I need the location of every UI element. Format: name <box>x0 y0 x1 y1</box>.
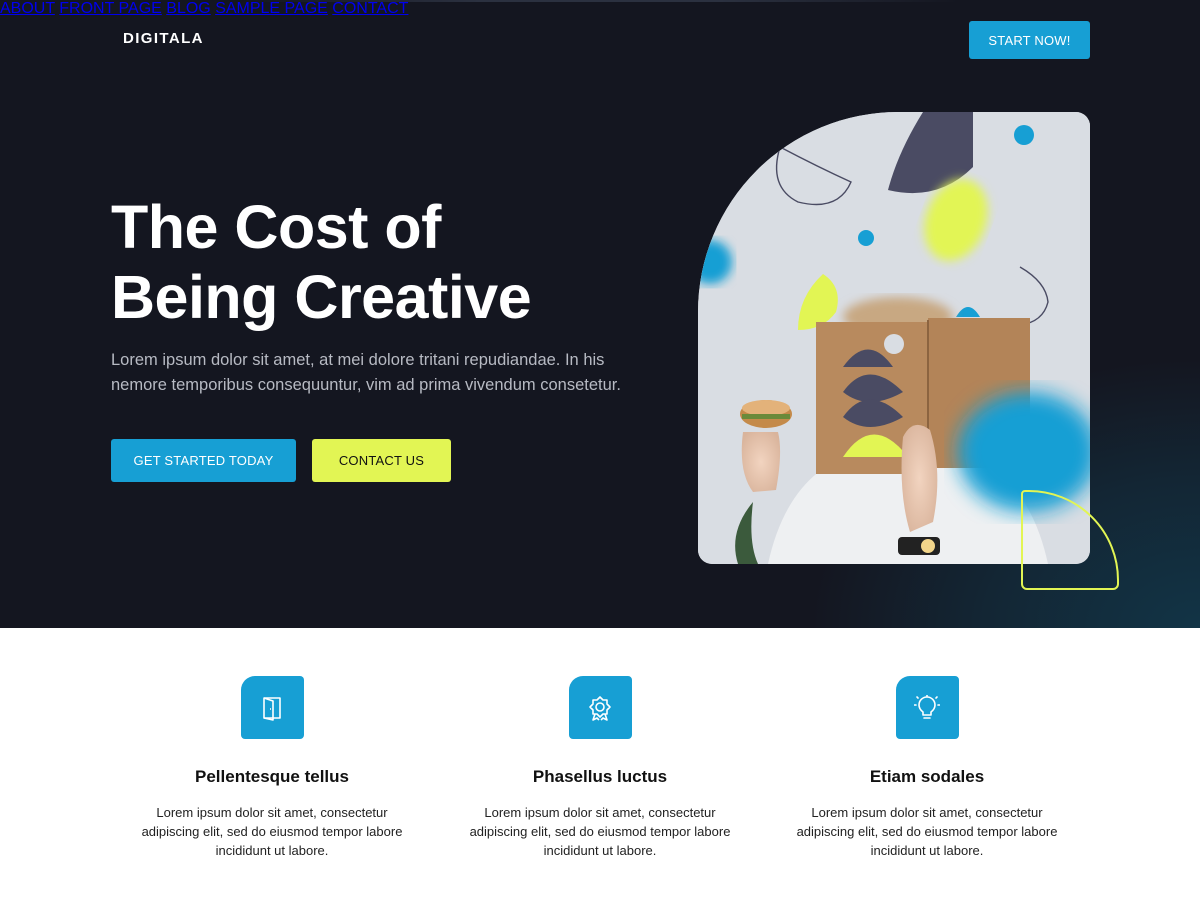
nav-item-about[interactable]: ABOUT <box>0 0 55 17</box>
nav-item-front-page[interactable]: FRONT PAGE <box>59 0 162 17</box>
feature-description: Lorem ipsum dolor sit amet, consectetur … <box>141 805 403 858</box>
hero-section: DIGITALA ABOUT FRONT PAGE BLOG SAMPLE PA… <box>0 0 1200 628</box>
contact-us-button[interactable]: CONTACT US <box>312 439 451 482</box>
door-icon <box>240 676 304 739</box>
site-logo[interactable]: DIGITALA <box>123 30 204 47</box>
features-section: Pellentesque tellus Lorem ipsum dolor si… <box>0 628 1200 900</box>
nav-item-contact[interactable]: CONTACT <box>332 0 408 17</box>
hero-title-line-1: The Cost of <box>111 193 441 261</box>
decorative-outline-shape <box>1021 490 1119 590</box>
feature-description: Lorem ipsum dolor sit amet, consectetur … <box>469 805 731 858</box>
feature-title: Etiam sodales <box>869 767 985 786</box>
get-started-button[interactable]: GET STARTED TODAY <box>111 439 296 482</box>
hero-description: Lorem ipsum dolor sit amet, at mei dolor… <box>111 351 621 394</box>
feature-title: Pellentesque tellus <box>195 767 349 786</box>
feature-title: Phasellus luctus <box>532 767 668 786</box>
top-divider <box>0 0 1200 2</box>
feature-card: Pellentesque tellus Lorem ipsum dolor si… <box>122 676 422 860</box>
nav-item-sample-page[interactable]: SAMPLE PAGE <box>215 0 328 17</box>
nav-item-blog[interactable]: BLOG <box>166 0 210 17</box>
main-nav: ABOUT FRONT PAGE BLOG SAMPLE PAGE CONTAC… <box>0 0 1200 18</box>
start-now-button[interactable]: START NOW! <box>969 21 1090 59</box>
hero-title-line-2: Being Creative <box>111 263 532 331</box>
lightbulb-icon <box>895 676 959 739</box>
award-badge-icon <box>568 676 632 739</box>
feature-card: Phasellus luctus Lorem ipsum dolor sit a… <box>450 676 750 860</box>
hero-title: The Cost of Being Creative <box>111 192 631 332</box>
feature-card: Etiam sodales Lorem ipsum dolor sit amet… <box>777 676 1077 860</box>
feature-description: Lorem ipsum dolor sit amet, consectetur … <box>796 805 1058 858</box>
